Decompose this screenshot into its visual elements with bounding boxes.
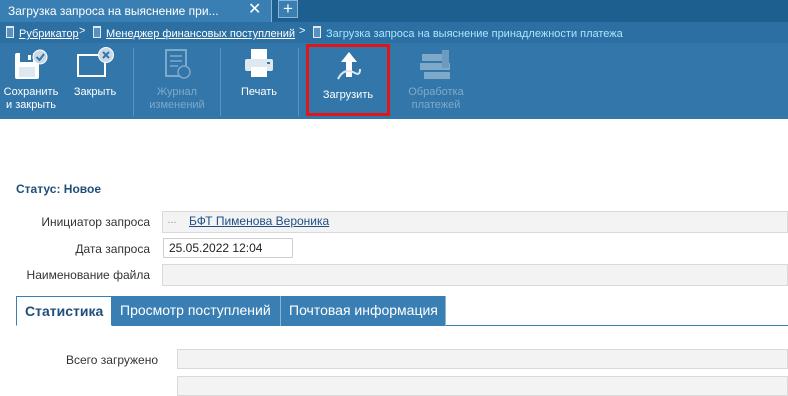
tab-view-receipts[interactable]: Просмотр поступлений [112, 296, 281, 326]
request-date-label: Дата запроса [75, 242, 150, 256]
close-window-icon [77, 47, 114, 77]
toolbar-divider [220, 48, 221, 116]
document-icon [93, 26, 101, 38]
initiator-lookup-button[interactable]: ... [164, 214, 180, 230]
initiator-link[interactable]: БФТ Пименова Вероника [189, 214, 329, 228]
print-button[interactable]: Печать [226, 43, 292, 119]
breadcrumb-item-rubricator[interactable]: Рубрикатор [6, 26, 79, 40]
breadcrumb-item-current: Загрузка запроса на выяснение принадлежн… [313, 26, 623, 40]
process-payments-button[interactable]: Обработка платежей [398, 43, 474, 119]
filename-field[interactable] [162, 264, 788, 286]
document-tab-title: Загрузка запроса на выяснение при... [8, 4, 219, 18]
upload-highlight-frame [306, 44, 390, 116]
toolbar-divider [133, 48, 134, 116]
next-stat-field[interactable] [177, 376, 788, 396]
filename-label: Наименование файла [26, 268, 150, 282]
toolbar-divider [298, 48, 299, 116]
document-icon [6, 26, 14, 38]
process-payments-icon [420, 50, 450, 79]
save-and-close-button[interactable]: Сохранить и закрыть [0, 43, 62, 119]
document-icon [313, 26, 321, 38]
breadcrumb-separator: > [79, 25, 86, 37]
close-button[interactable]: Закрыть [66, 43, 124, 119]
new-tab-button[interactable]: + [278, 0, 298, 18]
printer-icon [245, 49, 273, 77]
initiator-label: Инициатор запроса [41, 215, 150, 229]
status-label: Статус: Новое [16, 182, 101, 196]
tab-mail-info[interactable]: Почтовая информация [281, 296, 446, 326]
close-tab-icon[interactable]: ✕ [248, 1, 261, 19]
total-loaded-label: Всего загружено [66, 353, 159, 367]
document-tab[interactable]: Загрузка запроса на выяснение при... ✕ [0, 0, 272, 22]
breadcrumb-separator: > [299, 25, 306, 37]
change-journal-button[interactable]: Журнал изменений [140, 43, 214, 119]
journal-icon [165, 49, 191, 79]
request-date-field[interactable]: 25.05.2022 12:04 [163, 238, 293, 258]
floppy-save-icon [15, 49, 48, 79]
total-loaded-field[interactable] [177, 349, 788, 369]
breadcrumb-item-finance-manager[interactable]: Менеджер финансовых поступлений [93, 26, 295, 40]
tab-statistics[interactable]: Статистика [16, 296, 112, 326]
